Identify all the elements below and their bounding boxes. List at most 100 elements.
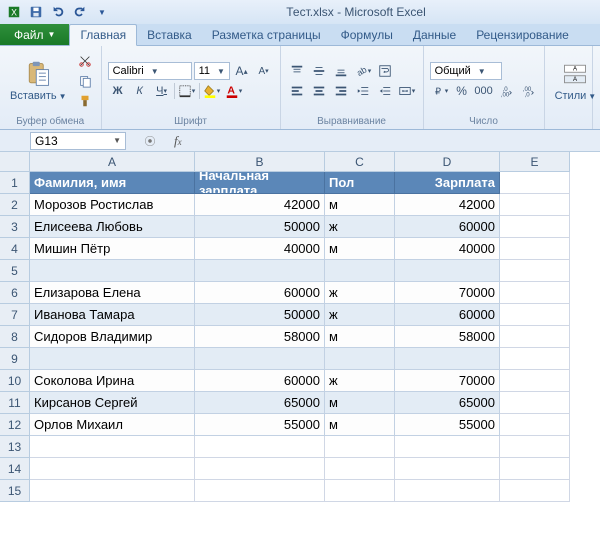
row-header-6[interactable]: 6 [0, 282, 30, 304]
align-top-icon[interactable] [287, 62, 307, 80]
cell-2-C[interactable]: м [325, 194, 395, 216]
cell-8-B[interactable]: 58000 [195, 326, 325, 348]
cell-8-D[interactable]: 58000 [395, 326, 500, 348]
underline-icon[interactable]: Ч▾ [152, 82, 172, 100]
font-size-combo[interactable]: 11▼ [194, 62, 230, 80]
row-header-9[interactable]: 9 [0, 348, 30, 370]
tab-review[interactable]: Рецензирование [466, 24, 579, 45]
cell-12-A[interactable]: Орлов Михаил [30, 414, 195, 436]
increase-decimal-icon[interactable]: ,0,00 [496, 82, 516, 100]
cell-14-E[interactable] [500, 458, 570, 480]
cell-4-B[interactable]: 40000 [195, 238, 325, 260]
decrease-decimal-icon[interactable]: ,00,0 [518, 82, 538, 100]
row-header-7[interactable]: 7 [0, 304, 30, 326]
row-header-14[interactable]: 14 [0, 458, 30, 480]
paste-button[interactable]: Вставить▼ [6, 58, 71, 104]
undo-icon[interactable] [48, 3, 68, 21]
shrink-font-icon[interactable]: A▾ [254, 62, 274, 80]
select-all-corner[interactable] [0, 152, 30, 172]
cell-14-C[interactable] [325, 458, 395, 480]
cell-1-A[interactable]: Фамилия, имя [30, 172, 195, 194]
cell-6-A[interactable]: Елизарова Елена [30, 282, 195, 304]
cell-8-E[interactable] [500, 326, 570, 348]
cell-11-E[interactable] [500, 392, 570, 414]
cell-1-E[interactable] [500, 172, 570, 194]
cell-7-A[interactable]: Иванова Тамара [30, 304, 195, 326]
cell-12-E[interactable] [500, 414, 570, 436]
comma-format-icon[interactable]: 000 [474, 82, 494, 100]
cell-15-E[interactable] [500, 480, 570, 502]
cell-5-C[interactable] [325, 260, 395, 282]
cell-11-D[interactable]: 65000 [395, 392, 500, 414]
cell-3-A[interactable]: Елисеева Любовь [30, 216, 195, 238]
cell-14-B[interactable] [195, 458, 325, 480]
cell-10-E[interactable] [500, 370, 570, 392]
cell-12-D[interactable]: 55000 [395, 414, 500, 436]
decrease-indent-icon[interactable] [353, 82, 373, 100]
cell-12-B[interactable]: 55000 [195, 414, 325, 436]
cell-6-D[interactable]: 70000 [395, 282, 500, 304]
cell-2-E[interactable] [500, 194, 570, 216]
merge-center-icon[interactable]: ▾ [397, 82, 417, 100]
col-header-C[interactable]: C [325, 152, 395, 172]
col-header-D[interactable]: D [395, 152, 500, 172]
number-format-combo[interactable]: Общий▼ [430, 62, 502, 80]
cell-3-E[interactable] [500, 216, 570, 238]
cell-2-A[interactable]: Морозов Ростислав [30, 194, 195, 216]
cell-5-B[interactable] [195, 260, 325, 282]
cell-5-E[interactable] [500, 260, 570, 282]
cell-4-E[interactable] [500, 238, 570, 260]
cell-10-D[interactable]: 70000 [395, 370, 500, 392]
cell-4-D[interactable]: 40000 [395, 238, 500, 260]
cell-1-D[interactable]: Зарплата [395, 172, 500, 194]
cell-10-C[interactable]: ж [325, 370, 395, 392]
tab-formulas[interactable]: Формулы [331, 24, 403, 45]
percent-format-icon[interactable]: % [452, 82, 472, 100]
cell-8-A[interactable]: Сидоров Владимир [30, 326, 195, 348]
copy-icon[interactable] [75, 72, 95, 90]
tab-home[interactable]: Главная [69, 24, 137, 46]
cell-3-C[interactable]: ж [325, 216, 395, 238]
bold-icon[interactable]: Ж [108, 82, 128, 100]
font-name-combo[interactable]: Calibri▼ [108, 62, 192, 80]
save-icon[interactable] [26, 3, 46, 21]
tab-file[interactable]: Файл▼ [0, 24, 69, 45]
align-right-icon[interactable] [331, 82, 351, 100]
col-header-A[interactable]: A [30, 152, 195, 172]
tab-insert[interactable]: Вставка [137, 24, 202, 45]
cell-7-E[interactable] [500, 304, 570, 326]
cell-11-A[interactable]: Кирсанов Сергей [30, 392, 195, 414]
cell-11-C[interactable]: м [325, 392, 395, 414]
col-header-B[interactable]: B [195, 152, 325, 172]
cell-14-A[interactable] [30, 458, 195, 480]
row-header-4[interactable]: 4 [0, 238, 30, 260]
row-header-10[interactable]: 10 [0, 370, 30, 392]
namebox-fn-icon[interactable]: ⦿ [145, 133, 156, 149]
grow-font-icon[interactable]: A▴ [232, 62, 252, 80]
fx-icon[interactable]: fx [174, 133, 182, 149]
cell-9-E[interactable] [500, 348, 570, 370]
row-header-15[interactable]: 15 [0, 480, 30, 502]
cell-2-B[interactable]: 42000 [195, 194, 325, 216]
align-left-icon[interactable] [287, 82, 307, 100]
redo-icon[interactable] [70, 3, 90, 21]
row-header-3[interactable]: 3 [0, 216, 30, 238]
row-header-12[interactable]: 12 [0, 414, 30, 436]
row-header-1[interactable]: 1 [0, 172, 30, 194]
align-middle-icon[interactable] [309, 62, 329, 80]
cell-3-B[interactable]: 50000 [195, 216, 325, 238]
cell-15-B[interactable] [195, 480, 325, 502]
accounting-format-icon[interactable]: ₽▾ [430, 82, 450, 100]
cell-13-E[interactable] [500, 436, 570, 458]
cell-10-A[interactable]: Соколова Ирина [30, 370, 195, 392]
cell-11-B[interactable]: 65000 [195, 392, 325, 414]
cell-7-B[interactable]: 50000 [195, 304, 325, 326]
cell-15-C[interactable] [325, 480, 395, 502]
cell-6-C[interactable]: ж [325, 282, 395, 304]
cell-1-B[interactable]: Начальная зарплата [195, 172, 325, 194]
wrap-text-icon[interactable] [375, 62, 395, 80]
align-bottom-icon[interactable] [331, 62, 351, 80]
cell-10-B[interactable]: 60000 [195, 370, 325, 392]
cell-15-A[interactable] [30, 480, 195, 502]
format-painter-icon[interactable] [75, 92, 95, 110]
